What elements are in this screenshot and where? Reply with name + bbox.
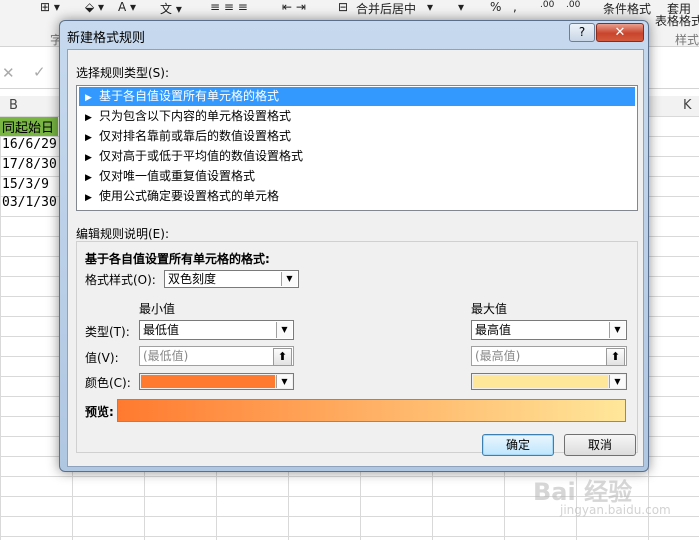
help-button[interactable]: ? [569, 23, 595, 42]
percent-button[interactable]: % [490, 0, 501, 14]
max-type-select[interactable]: 最高值 ▼ [471, 320, 627, 340]
dialog-body: 选择规则类型(S): ▶ 基于各自值设置所有单元格的格式 ▶ 只为包含以下内容的单元… [67, 49, 644, 467]
rule-type-item-unique-duplicate[interactable]: ▶ 仅对唯一值或重复值设置格式 [79, 167, 635, 186]
rule-type-label: 只为包含以下内容的单元格设置格式 [99, 109, 292, 123]
edit-rule-panel: 基于各自值设置所有单元格的格式: 格式样式(O): 双色刻度 ▼ 最小值 最大值… [76, 241, 638, 453]
min-color-swatch [141, 375, 275, 388]
bullet-arrow-icon: ▶ [85, 93, 92, 103]
accounting-icon[interactable]: ▾ [458, 0, 464, 14]
preview-gradient [117, 399, 626, 422]
edit-rule-label: 编辑规则说明(E): [76, 227, 169, 241]
chevron-down-icon[interactable]: ▼ [609, 375, 625, 388]
bullet-arrow-icon: ▶ [85, 173, 92, 183]
comma-button[interactable]: , [513, 0, 517, 14]
new-format-rule-dialog: 新建格式规则 ? ✕ 选择规则类型(S): ▶ 基于各自值设置所有单元格的格式 ▶… [59, 20, 649, 472]
max-type-value: 最高值 [475, 323, 512, 337]
phonetic-icon[interactable]: 文 ▾ [160, 0, 182, 17]
styles-group-label: 样式 [675, 33, 699, 47]
chevron-down-icon[interactable]: ▼ [276, 375, 292, 388]
rule-type-item-average[interactable]: ▶ 仅对高于或低于平均值的数值设置格式 [79, 147, 635, 166]
rule-type-label: 仅对高于或低于平均值的数值设置格式 [99, 149, 304, 163]
min-color-picker[interactable]: ▼ [139, 373, 294, 390]
rule-type-label: 仅对唯一值或重复值设置格式 [99, 169, 256, 183]
min-value-input[interactable]: (最低值) ⬆ [139, 346, 294, 366]
merge-dropdown-icon[interactable]: ▾ [427, 0, 433, 14]
close-button[interactable]: ✕ [596, 23, 644, 42]
rule-type-item-all-cells[interactable]: ▶ 基于各自值设置所有单元格的格式 [79, 87, 635, 106]
font-color-icon[interactable]: A ▾ [118, 0, 136, 14]
borders-icon[interactable]: ⊞ ▾ [40, 0, 60, 14]
chevron-down-icon[interactable]: ▼ [609, 322, 625, 338]
dialog-titlebar[interactable]: 新建格式规则 ? ✕ [60, 21, 648, 49]
confirm-entry-icon[interactable]: ✓ [33, 63, 46, 81]
rule-type-item-formula[interactable]: ▶ 使用公式确定要设置格式的单元格 [79, 187, 635, 206]
value-label: 值(V): [85, 351, 119, 365]
max-header: 最大值 [471, 302, 508, 316]
cell-b-row[interactable]: 15/3/9 [0, 177, 58, 196]
cell-b-row[interactable]: 16/6/29 [0, 137, 58, 156]
chevron-down-icon[interactable]: ▼ [281, 272, 297, 286]
cell-b-header[interactable]: 同起始日 [0, 117, 58, 136]
ok-button[interactable]: 确定 [482, 434, 554, 456]
column-header-k[interactable]: K [683, 98, 692, 113]
max-value-placeholder: (最高值) [475, 349, 521, 363]
rule-type-label: 使用公式确定要设置格式的单元格 [99, 189, 280, 203]
max-color-picker[interactable]: ▼ [471, 373, 627, 390]
align-icons[interactable]: ≡ ≡ ≡ [210, 0, 248, 14]
fill-color-icon[interactable]: ⬙ ▾ [85, 0, 104, 14]
bullet-arrow-icon: ▶ [85, 153, 92, 163]
rule-type-item-top-bottom[interactable]: ▶ 仅对排名靠前或靠后的数值设置格式 [79, 127, 635, 146]
merge-center-icon: ⊟ [338, 0, 349, 14]
range-select-icon[interactable]: ⬆ [606, 348, 625, 366]
merge-center-button[interactable]: 合并后居中 [356, 0, 416, 17]
cell-b-row[interactable]: 03/1/30 [0, 195, 58, 214]
color-label: 颜色(C): [85, 376, 131, 390]
type-label: 类型(T): [85, 325, 130, 339]
cancel-button[interactable]: 取消 [564, 434, 636, 456]
indent-icons[interactable]: ⇤ ⇥ [282, 0, 306, 14]
format-style-select[interactable]: 双色刻度 ▼ [164, 270, 299, 288]
rule-type-label: 仅对排名靠前或靠后的数值设置格式 [99, 129, 292, 143]
cell-b-row[interactable]: 17/8/30 [0, 157, 58, 176]
select-rule-type-label: 选择规则类型(S): [76, 66, 170, 80]
rule-type-list[interactable]: ▶ 基于各自值设置所有单元格的格式 ▶ 只为包含以下内容的单元格设置格式 ▶ 仅对排名… [76, 85, 638, 211]
cancel-entry-icon[interactable]: ✕ [2, 64, 15, 82]
format-style-label: 格式样式(O): [85, 273, 156, 287]
conditional-format-button[interactable]: 条件格式 [603, 0, 651, 17]
min-header: 最小值 [139, 302, 176, 316]
min-type-select[interactable]: 最低值 ▼ [139, 320, 294, 340]
watermark-url: jingyan.baidu.com [560, 503, 671, 517]
bullet-arrow-icon: ▶ [85, 133, 92, 143]
table-format-button-line2[interactable]: 表格格式 [655, 12, 699, 29]
min-value-placeholder: (最低值) [143, 349, 189, 363]
rule-type-label: 基于各自值设置所有单元格的格式 [99, 89, 280, 103]
chevron-down-icon[interactable]: ▼ [276, 322, 292, 338]
watermark-logo: Bai 经验 [533, 478, 633, 506]
decrease-decimal-button[interactable]: .00 [566, 0, 580, 10]
min-type-value: 最低值 [143, 323, 180, 337]
rule-type-item-contains[interactable]: ▶ 只为包含以下内容的单元格设置格式 [79, 107, 635, 126]
preview-label: 预览: [85, 405, 114, 419]
bullet-arrow-icon: ▶ [85, 113, 92, 123]
max-color-swatch [473, 375, 608, 388]
range-select-icon[interactable]: ⬆ [273, 348, 292, 366]
increase-decimal-button[interactable]: .00 [540, 0, 554, 10]
edit-heading: 基于各自值设置所有单元格的格式: [85, 252, 270, 266]
column-header-b[interactable]: B [9, 98, 18, 113]
dialog-title: 新建格式规则 [67, 31, 146, 46]
format-style-value: 双色刻度 [168, 272, 217, 286]
max-value-input[interactable]: (最高值) ⬆ [471, 346, 627, 366]
bullet-arrow-icon: ▶ [85, 193, 92, 203]
